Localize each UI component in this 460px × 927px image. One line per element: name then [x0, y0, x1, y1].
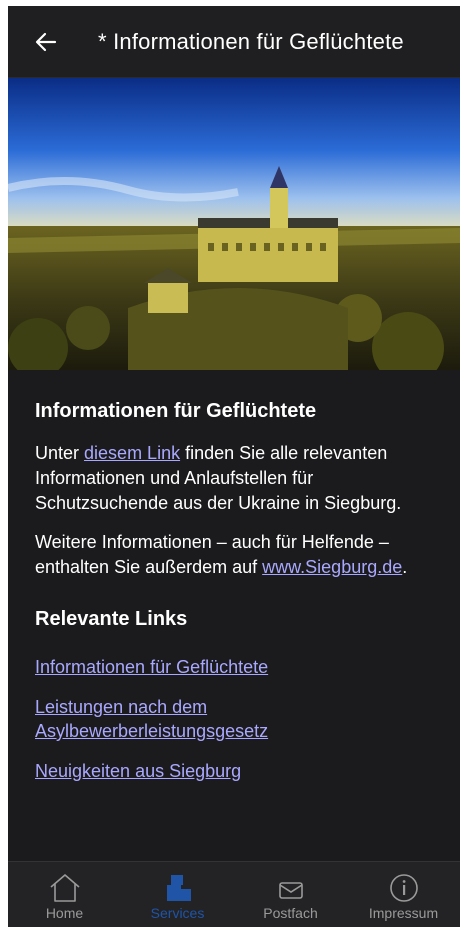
hero-image	[8, 78, 460, 370]
app-screen: * Informationen für Geflüchtete Informat…	[8, 6, 460, 927]
intro-paragraph: Unter diesem Link finden Sie alle releva…	[35, 441, 433, 516]
intro-text-start: Unter	[35, 443, 85, 463]
relevant-links-list: Informationen für Geflüchtete Leistungen…	[35, 655, 433, 783]
siegburg-link[interactable]: www.Siegburg.de	[262, 557, 402, 577]
tab-impressum[interactable]: Impressum	[347, 862, 460, 927]
tab-services[interactable]: Services	[121, 862, 234, 927]
relevant-links-heading: Relevante Links	[35, 608, 188, 630]
home-icon	[49, 874, 80, 902]
further-info-paragraph: Weitere Informationen – auch für Helfend…	[35, 530, 433, 580]
app-bar: * Informationen für Geflüchtete	[8, 6, 460, 78]
mail-icon	[278, 882, 303, 899]
bottom-tab-bar: Home Services Postfach Impressum	[8, 861, 460, 927]
tab-postfach[interactable]: Postfach	[234, 862, 347, 927]
back-button[interactable]	[32, 28, 60, 56]
content: Informationen für Geflüchtete Unter dies…	[8, 400, 460, 783]
tab-home[interactable]: Home	[8, 862, 121, 927]
info-icon	[389, 874, 418, 902]
link-informationen[interactable]: Informationen für Geflüchtete	[35, 655, 433, 679]
link-leistungen[interactable]: Leistungen nach dem Asylbewerberleistung…	[35, 695, 433, 743]
services-icon	[166, 875, 191, 901]
link-neuigkeiten[interactable]: Neuigkeiten aus Siegburg	[35, 759, 433, 783]
page-title: * Informationen für Geflüchtete	[98, 28, 404, 54]
tab-services-label: Services	[150, 905, 205, 921]
further-info-end: .	[402, 557, 408, 577]
arrow-left-icon	[35, 32, 57, 51]
tab-home-label: Home	[45, 905, 84, 921]
tab-impressum-label: Impressum	[368, 905, 439, 921]
tab-postfach-label: Postfach	[263, 905, 318, 921]
section-heading: Informationen für Geflüchtete	[35, 400, 317, 422]
diesem-link[interactable]: diesem Link	[84, 443, 180, 463]
